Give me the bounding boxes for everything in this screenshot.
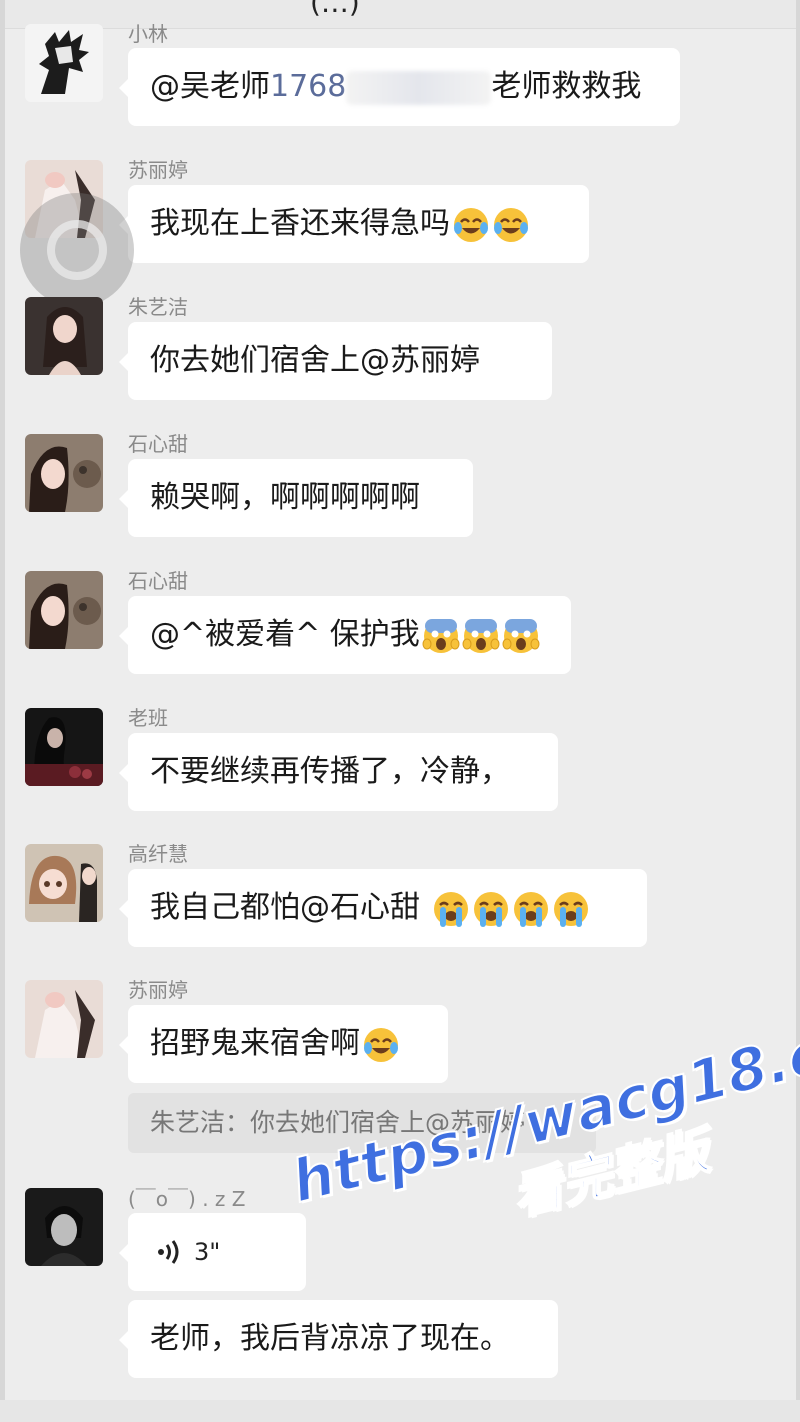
message-bubble[interactable]: 我现在上香还来得急吗 (119, 185, 589, 263)
mention-text: @吴老师 (150, 69, 270, 104)
message-bubble[interactable]: 不要继续再传播了，冷静， (119, 733, 558, 811)
sender-name: 石心甜 (128, 569, 188, 593)
message-text: 招野鬼来宿舍啊 (150, 1026, 360, 1061)
voice-message-bubble[interactable]: 3" (119, 1213, 306, 1291)
sob-emoji (432, 890, 470, 928)
phone-number[interactable]: 1768 (270, 69, 346, 104)
avatar[interactable] (25, 708, 103, 786)
message-text: 赖哭啊，啊啊啊啊啊 (150, 480, 420, 515)
sender-name: 朱艺洁 (128, 295, 188, 319)
sob-emoji (472, 890, 510, 928)
avatar[interactable] (25, 297, 103, 375)
ring-icon (47, 220, 107, 280)
floating-assist-button[interactable] (20, 193, 134, 307)
screen-edge-left (0, 0, 5, 1422)
input-bar-edge (0, 1400, 800, 1422)
message-text: 不要继续再传播了，冷静， (150, 754, 510, 789)
message-bubble[interactable]: @吴老师1768 老师救救我 (119, 48, 680, 126)
message-text: 老师救救我 (491, 69, 642, 104)
laugh-cry-emoji (492, 206, 530, 244)
scream-emoji (502, 617, 540, 655)
message-bubble[interactable]: 你去她们宿舍上@苏丽婷 (119, 322, 552, 400)
laugh-cry-emoji (452, 206, 490, 244)
sender-name: 老班 (128, 706, 168, 730)
sender-name: 高纤慧 (128, 842, 188, 866)
avatar[interactable] (25, 980, 103, 1058)
message-bubble[interactable]: 我自己都怕@石心甜 (119, 869, 647, 947)
avatar[interactable] (25, 1188, 103, 1266)
chat-header: (…) (0, 0, 800, 29)
sender-name: (￣o￣) . z Z (128, 1187, 246, 1211)
message-bubble[interactable]: 老师，我后背凉凉了现在。 (119, 1300, 558, 1378)
avatar[interactable] (25, 571, 103, 649)
sob-emoji (552, 890, 590, 928)
laugh-cry-emoji (362, 1026, 400, 1064)
message-bubble[interactable]: 赖哭啊，啊啊啊啊啊 (119, 459, 473, 537)
message-text: 你去她们宿舍上@苏丽婷 (150, 343, 480, 378)
sender-name: 苏丽婷 (128, 978, 188, 1002)
message-bubble[interactable]: @^被爱着^ 保护我 (119, 596, 571, 674)
message-text: 我自己都怕@石心甜 (150, 890, 430, 925)
voice-duration: 3" (194, 1238, 221, 1266)
sender-name: 石心甜 (128, 432, 188, 456)
avatar[interactable] (25, 844, 103, 922)
avatar[interactable] (25, 434, 103, 512)
scream-emoji (462, 617, 500, 655)
sender-name: 苏丽婷 (128, 158, 188, 182)
message-text: @^被爱着^ 保护我 (150, 617, 420, 652)
chat-title: (…) (310, 0, 360, 19)
voice-wave-icon (158, 1240, 179, 1264)
sob-emoji (512, 890, 550, 928)
avatar[interactable] (25, 24, 103, 102)
blurred-redaction (346, 70, 492, 105)
sender-name: 小林 (128, 22, 168, 46)
message-text: 我现在上香还来得急吗 (150, 206, 450, 241)
message-text: 老师，我后背凉凉了现在。 (150, 1321, 510, 1356)
screen-edge-right (796, 0, 800, 1422)
scream-emoji (422, 617, 460, 655)
message-bubble[interactable]: 招野鬼来宿舍啊 (119, 1005, 448, 1083)
